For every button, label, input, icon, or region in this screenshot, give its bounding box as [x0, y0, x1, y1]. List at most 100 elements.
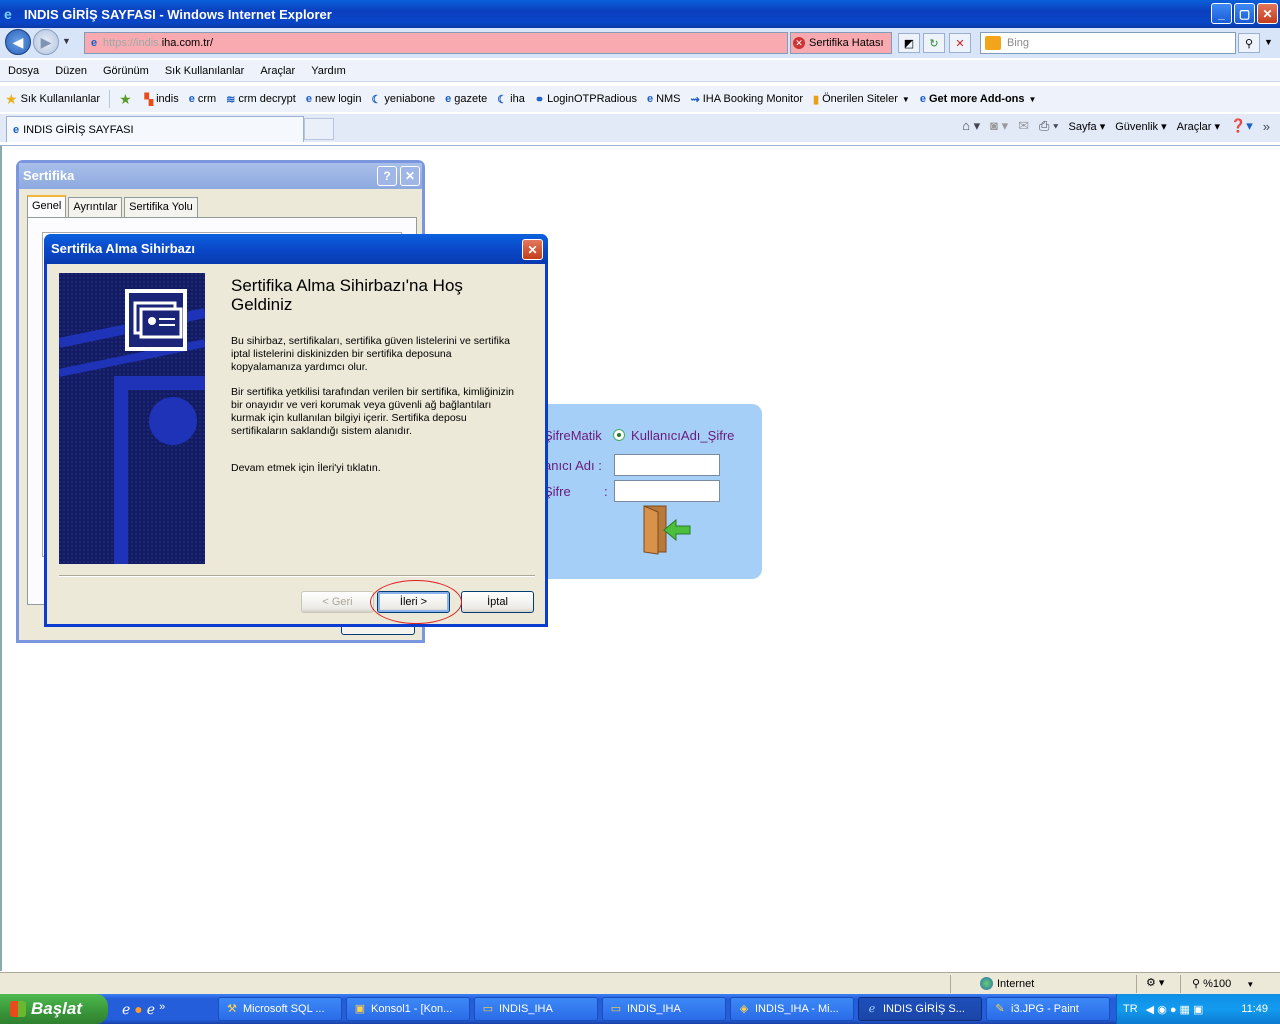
menu-view[interactable]: Görünüm: [95, 65, 157, 77]
new-tab-button[interactable]: [304, 118, 334, 140]
back-button[interactable]: ◀: [5, 29, 31, 55]
language-indicator[interactable]: TR: [1123, 1003, 1138, 1015]
compatibility-button[interactable]: ◩: [898, 33, 920, 53]
forward-arrow-icon: ▶: [40, 33, 52, 50]
close-button[interactable]: ✕: [1257, 3, 1278, 24]
back-button[interactable]: < Geri: [301, 591, 374, 613]
fav-indis[interactable]: ▚ indis: [140, 93, 184, 106]
close-button[interactable]: ✕: [400, 166, 420, 186]
favorites-bar: ★ Sık Kullanılanlar ★ ▚ indis e crm ≋ crm de…: [0, 86, 1280, 112]
wizard-paragraph-2: Bir sertifika yetkilisi tarafından veril…: [231, 386, 515, 437]
search-button[interactable]: ⚲: [1238, 33, 1260, 53]
compat-icon: ◩: [903, 37, 915, 50]
maximize-button[interactable]: ▢: [1234, 3, 1255, 24]
more-chevron-icon[interactable]: »: [1263, 119, 1270, 134]
fav-iha[interactable]: ☾ iha: [492, 93, 530, 106]
fav-loginotpradious[interactable]: ⚭ LoginOTPRadious: [530, 93, 642, 106]
tab-sertifika-yolu[interactable]: Sertifika Yolu: [124, 197, 198, 217]
start-button[interactable]: Başlat: [0, 994, 108, 1024]
cmd-tools-menu[interactable]: Araçlar ▾: [1177, 120, 1220, 133]
tab-genel[interactable]: Genel: [27, 195, 67, 217]
search-field[interactable]: Bing: [980, 32, 1236, 54]
favorites-button[interactable]: ★ Sık Kullanılanlar: [0, 91, 105, 108]
stop-button[interactable]: ✕: [949, 33, 971, 53]
fav-iha-booking-monitor[interactable]: ⇝ IHA Booking Monitor: [686, 93, 809, 106]
certificate-error-button[interactable]: ✕ Sertifika Hatası: [790, 32, 892, 54]
ie-launch-icon-2[interactable]: ℯ: [147, 1001, 155, 1018]
menu-favorites[interactable]: Sık Kullanılanlar: [157, 65, 253, 77]
address-field[interactable]: e https://indis. iha.com.tr/: [84, 32, 788, 54]
chevron-down-icon: ▼: [901, 94, 910, 104]
taskbar-item-paint[interactable]: ✎ i3.JPG - Paint: [986, 997, 1110, 1021]
taskbar-item-label: INDIS GİRİŞ S...: [883, 1003, 965, 1015]
help-icon[interactable]: ❓▾: [1230, 118, 1253, 134]
feeds-icon[interactable]: ◙ ▾: [990, 118, 1008, 134]
suggested-sites-icon: ▮: [813, 93, 820, 106]
cancel-button[interactable]: İptal: [461, 591, 534, 613]
search-icon: ⚲: [1244, 37, 1254, 50]
taskbar-item-folder-2[interactable]: ▭ INDIS_IHA: [602, 997, 726, 1021]
error-icon: ✕: [793, 37, 805, 49]
search-options-chevron-icon[interactable]: ▼: [1264, 37, 1273, 47]
url-prefix: https://indis.: [103, 37, 162, 49]
more-chevron-icon[interactable]: »: [159, 1001, 165, 1018]
fav-onerilen-siteler[interactable]: ▮ Önerilen Siteler ▼: [808, 93, 915, 106]
refresh-button[interactable]: ↻: [923, 33, 945, 53]
crescent-icon: ☾: [371, 93, 382, 106]
menu-tools[interactable]: Araçlar: [252, 65, 303, 77]
ie-launch-icon[interactable]: ℯ: [122, 1001, 130, 1018]
menu-help[interactable]: Yardım: [303, 65, 354, 77]
add-favorite-button[interactable]: ★: [114, 91, 140, 108]
fav-crm[interactable]: e crm: [184, 93, 221, 105]
fav-crm-decrypt[interactable]: ≋ crm decrypt: [221, 93, 301, 106]
print-icon[interactable]: ⎙ ▾: [1039, 118, 1058, 134]
tab-ayrintilar[interactable]: Ayrıntılar: [68, 197, 123, 217]
fav-nms[interactable]: e NMS: [642, 93, 686, 105]
taskbar-item-folder-1[interactable]: ▭ INDIS_IHA: [474, 997, 598, 1021]
taskbar-item-label: INDIS_IHA: [627, 1003, 681, 1015]
taskbar-item-konsol[interactable]: ▣ Konsol1 - [Kon...: [346, 997, 470, 1021]
taskbar-item-sql[interactable]: ⚒ Microsoft SQL ...: [218, 997, 342, 1021]
minimize-button[interactable]: _: [1211, 3, 1232, 24]
fav-label: crm decrypt: [238, 93, 296, 105]
status-bar: Internet ⚙ ▾ ⚲ %100 ▼: [0, 972, 1280, 994]
wizard-paragraph-1: Bu sihirbaz, sertifikaları, sertifika gü…: [231, 335, 510, 373]
wizard-close-button[interactable]: ✕: [522, 239, 543, 260]
username-field[interactable]: [614, 454, 720, 476]
link-icon: ⇝: [690, 93, 700, 106]
sql-icon: ⚒: [227, 1003, 237, 1015]
protected-mode-icon[interactable]: ⚙ ▾: [1146, 976, 1164, 989]
tray-icons[interactable]: ◀ ◉ ● ▦ ▣: [1146, 1003, 1204, 1016]
help-button[interactable]: ?: [377, 166, 397, 186]
cmd-safety-menu[interactable]: Güvenlik ▾: [1115, 120, 1166, 133]
taskbar-item-indis-mi[interactable]: ◈ INDIS_IHA - Mi...: [730, 997, 854, 1021]
password-field[interactable]: [614, 480, 720, 502]
forward-button[interactable]: ▶: [33, 29, 59, 55]
fav-label: yeniabone: [384, 93, 436, 105]
login-door-icon[interactable]: [640, 504, 692, 556]
clock: 11:49: [1241, 1003, 1268, 1015]
security-zone[interactable]: Internet: [980, 977, 1034, 990]
crescent-icon: ☾: [497, 93, 508, 106]
taskbar-item-label: INDIS_IHA - Mi...: [755, 1003, 839, 1015]
certificate-tabs: Genel Ayrıntılar Sertifika Yolu: [27, 195, 200, 217]
fav-new-login[interactable]: e new login: [301, 93, 367, 105]
cmd-page-menu[interactable]: Sayfa ▾: [1069, 120, 1106, 133]
wizard-divider: [59, 575, 535, 577]
tab-indis-giris[interactable]: e INDIS GİRİŞ SAYFASI: [6, 116, 304, 142]
fav-get-more-addons[interactable]: e Get more Add-ons ▼: [915, 93, 1042, 105]
taskbar-item-ie[interactable]: ℯ INDIS GİRİŞ S...: [858, 997, 982, 1021]
zoom-control[interactable]: ⚲ %100 ▼: [1192, 977, 1254, 990]
menu-file[interactable]: Dosya: [0, 65, 47, 77]
globe-icon: [980, 977, 993, 990]
home-icon[interactable]: ⌂ ▾: [962, 118, 980, 134]
fav-label: gazete: [454, 93, 488, 105]
firefox-launch-icon[interactable]: ●: [134, 1001, 142, 1018]
fav-gazete[interactable]: e gazete: [440, 93, 492, 105]
radio-kullaniciadi[interactable]: [613, 429, 626, 441]
recent-pages-chevron-icon[interactable]: ▼: [62, 36, 71, 46]
fav-label: iha: [510, 93, 525, 105]
menu-edit[interactable]: Düzen: [47, 65, 95, 77]
mail-icon[interactable]: ✉: [1018, 118, 1029, 134]
fav-yeniabone[interactable]: ☾ yeniabone: [366, 93, 440, 106]
